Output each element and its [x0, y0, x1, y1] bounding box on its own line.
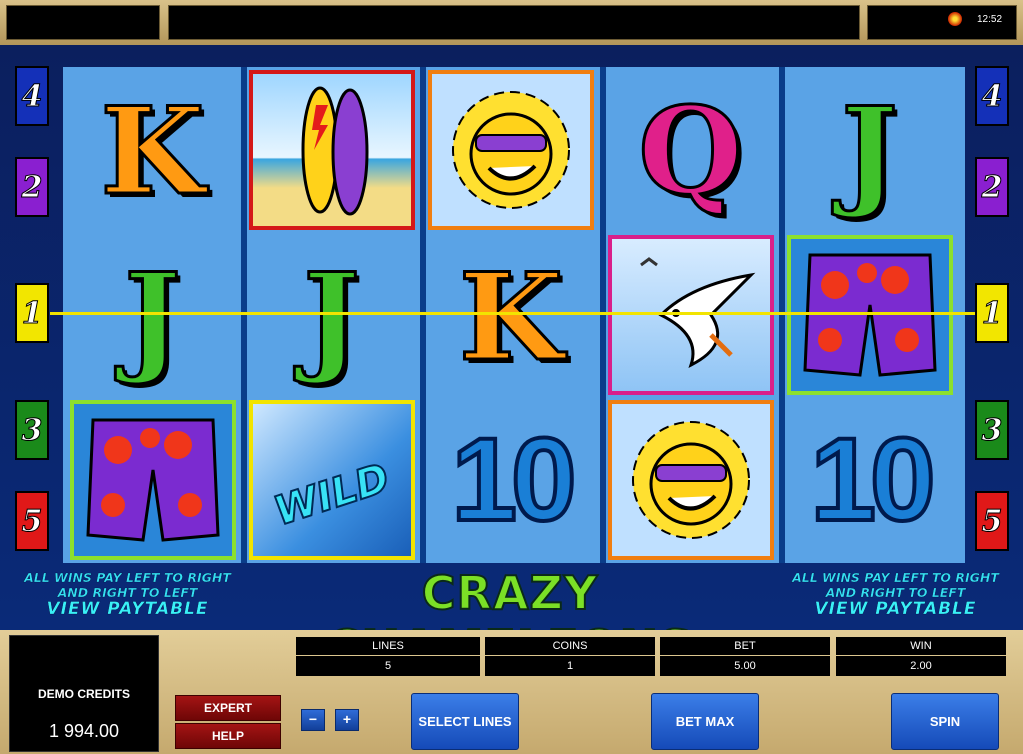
payline-1 — [50, 312, 975, 315]
surfboards-symbol — [249, 70, 415, 230]
win-label: WIN — [836, 637, 1006, 655]
top-bar: 12:52 — [0, 0, 1023, 45]
symbol-j-letter: J — [302, 247, 362, 388]
line-4-button-right[interactable]: 4 — [975, 66, 1009, 126]
symbol-k: K — [70, 72, 235, 232]
credits-display: DEMO CREDITS 1 994.00 — [9, 635, 159, 752]
symbol-q: Q — [608, 72, 773, 232]
line-1-button-right[interactable]: 1 — [975, 283, 1009, 343]
wild-text: WILD — [268, 454, 396, 536]
symbol-ten: 10 — [428, 400, 594, 560]
reel-separator — [779, 67, 785, 563]
view-paytable-link-left[interactable]: VIEW PAYTABLE — [0, 600, 255, 617]
clock-icon — [948, 12, 962, 26]
symbol-j-letter: J — [123, 247, 183, 388]
seagull-symbol — [608, 235, 774, 395]
symbol-j-letter: J — [840, 81, 900, 222]
line-2-button-left[interactable]: 2 — [15, 157, 49, 217]
sun-symbol — [428, 70, 594, 230]
shorts-symbol — [787, 235, 953, 395]
sun-icon — [632, 421, 750, 539]
sun-icon — [452, 91, 570, 209]
symbol-j: J — [249, 238, 414, 398]
symbol-ten-text: 10 — [808, 412, 937, 548]
symbol-j: J — [787, 72, 952, 232]
line-3-button-right[interactable]: 3 — [975, 400, 1009, 460]
credits-value: 1 994.00 — [48, 721, 120, 741]
seagull-icon — [640, 257, 756, 368]
coins-value: 1 — [485, 656, 655, 676]
line-5-button-right[interactable]: 5 — [975, 491, 1009, 551]
line-5-button-left[interactable]: 5 — [15, 491, 49, 551]
coins-label: COINS — [485, 637, 655, 655]
win-info-line: ALL WINS PAY LEFT TO RIGHT — [24, 570, 231, 585]
symbol-q-letter: Q — [637, 81, 745, 222]
line-1-button-left[interactable]: 1 — [15, 283, 49, 343]
win-info-left: ALL WINS PAY LEFT TO RIGHT AND RIGHT TO … — [0, 570, 255, 618]
reel-separator — [420, 67, 426, 563]
reel-separator — [241, 67, 247, 563]
symbol-k-letter: K — [457, 247, 564, 388]
win-info-line: ALL WINS PAY LEFT TO RIGHT — [792, 570, 999, 585]
line-2-button-right[interactable]: 2 — [975, 157, 1009, 217]
lines-value: 5 — [296, 656, 480, 676]
spin-button[interactable]: SPIN — [891, 693, 999, 750]
bet-value: 5.00 — [660, 656, 830, 676]
top-left-panel — [6, 5, 160, 40]
help-button[interactable]: HELP — [175, 723, 281, 749]
symbol-j: J — [70, 238, 235, 398]
symbol-ten-text: 10 — [449, 412, 578, 548]
select-lines-button[interactable]: SELECT LINES — [411, 693, 519, 750]
view-paytable-link-right[interactable]: VIEW PAYTABLE — [768, 600, 1023, 617]
win-info-line: AND RIGHT TO LEFT — [57, 585, 198, 600]
lines-label: LINES — [296, 637, 480, 655]
credits-label: DEMO CREDITS — [37, 687, 130, 701]
surfboards-icon — [301, 86, 369, 216]
win-info-right: ALL WINS PAY LEFT TO RIGHT AND RIGHT TO … — [768, 570, 1023, 618]
win-value: 2.00 — [836, 656, 1006, 676]
minus-button[interactable]: − — [301, 709, 325, 731]
wild-symbol: WILD — [249, 400, 415, 560]
bet-label: BET — [660, 637, 830, 655]
line-3-button-left[interactable]: 3 — [15, 400, 49, 460]
symbol-k-letter: K — [99, 81, 206, 222]
line-4-button-left[interactable]: 4 — [15, 66, 49, 126]
symbol-ten: 10 — [787, 400, 953, 560]
symbol-k: K — [428, 238, 594, 398]
win-info-line: AND RIGHT TO LEFT — [825, 585, 966, 600]
clock-time: 12:52 — [977, 14, 1003, 25]
expert-button[interactable]: EXPERT — [175, 695, 281, 721]
reel-separator — [600, 67, 606, 563]
shorts-icon — [86, 418, 220, 542]
sun-symbol — [608, 400, 774, 560]
top-message-panel — [168, 5, 860, 40]
shorts-symbol — [70, 400, 236, 560]
bet-max-button[interactable]: BET MAX — [651, 693, 759, 750]
shorts-icon — [803, 253, 937, 377]
plus-button[interactable]: + — [335, 709, 359, 731]
